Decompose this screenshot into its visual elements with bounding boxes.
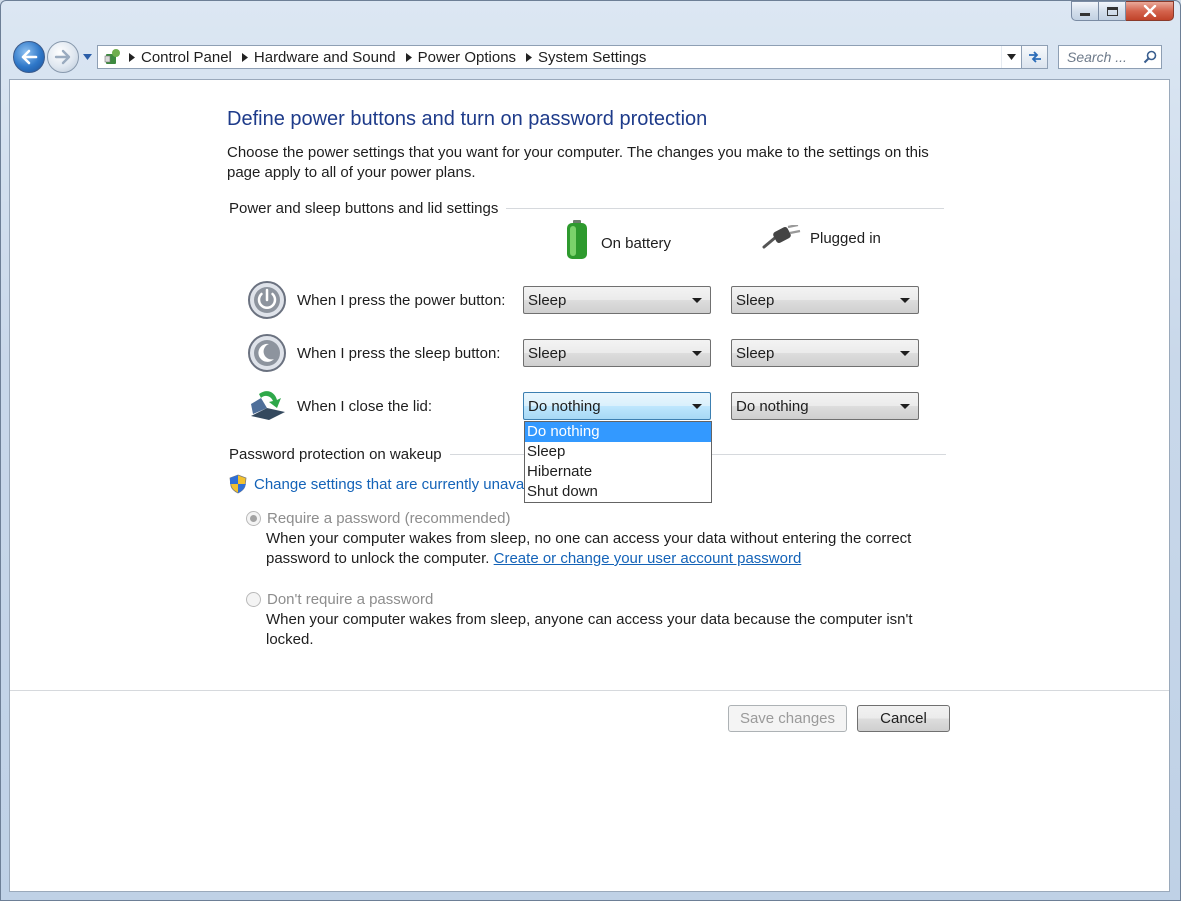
laptop-lid-icon bbox=[247, 386, 287, 426]
window-frame: Control Panel Hardware and Sound Power O… bbox=[0, 0, 1181, 901]
dont-require-password-option[interactable]: Don't require a password bbox=[246, 591, 433, 608]
require-password-radio[interactable] bbox=[246, 511, 261, 526]
dont-require-password-label: Don't require a password bbox=[267, 591, 434, 608]
dropdown-option-shut-down[interactable]: Shut down bbox=[525, 482, 711, 502]
select-value: Sleep bbox=[528, 291, 567, 309]
uac-shield-icon bbox=[229, 474, 247, 494]
column-on-battery: On battery bbox=[565, 220, 672, 261]
change-unavailable-settings-link[interactable]: Change settings that are currently unava… bbox=[254, 476, 531, 493]
power-button-icon bbox=[247, 280, 287, 320]
chevron-right-icon bbox=[123, 52, 141, 62]
search-icon bbox=[1143, 50, 1157, 64]
save-changes-button[interactable]: Save changes bbox=[728, 705, 847, 732]
section-divider bbox=[506, 208, 945, 209]
back-arrow-icon bbox=[21, 49, 38, 65]
breadcrumb-label: Hardware and Sound bbox=[253, 48, 396, 66]
back-button[interactable] bbox=[13, 41, 45, 73]
select-value: Sleep bbox=[528, 344, 567, 362]
dropdown-option-hibernate[interactable]: Hibernate bbox=[525, 462, 711, 482]
chevron-right-icon bbox=[400, 52, 418, 62]
refresh-button[interactable] bbox=[1022, 45, 1048, 69]
search-input[interactable]: Search ... bbox=[1058, 45, 1162, 69]
refresh-icon bbox=[1028, 51, 1041, 63]
select-value: Sleep bbox=[736, 344, 775, 362]
maximize-icon bbox=[1106, 6, 1118, 16]
minimize-button[interactable] bbox=[1071, 1, 1099, 21]
navigation-bar: Control Panel Hardware and Sound Power O… bbox=[9, 39, 1174, 75]
breadcrumb-power-options[interactable]: Power Options bbox=[400, 49, 520, 66]
control-panel-icon bbox=[101, 46, 123, 68]
power-button-plugged-select[interactable]: Sleep bbox=[731, 286, 919, 314]
chevron-down-icon bbox=[900, 350, 910, 356]
column-on-battery-label: On battery bbox=[601, 234, 672, 252]
power-button-battery-select[interactable]: Sleep bbox=[523, 286, 711, 314]
sleep-button-plugged-select[interactable]: Sleep bbox=[731, 339, 919, 367]
radio-selected-dot bbox=[250, 515, 257, 522]
select-value: Do nothing bbox=[528, 397, 601, 415]
maximize-button[interactable] bbox=[1099, 1, 1126, 21]
address-bar[interactable]: Control Panel Hardware and Sound Power O… bbox=[97, 45, 1022, 69]
caption-buttons bbox=[1071, 1, 1174, 28]
change-user-password-link[interactable]: Create or change your user account passw… bbox=[494, 550, 802, 567]
select-value: Do nothing bbox=[736, 397, 809, 415]
dropdown-option-do-nothing[interactable]: Do nothing bbox=[525, 422, 711, 442]
sleep-button-label: When I press the sleep button: bbox=[297, 345, 501, 362]
breadcrumb-system-settings[interactable]: System Settings bbox=[520, 49, 650, 66]
forward-button[interactable] bbox=[47, 41, 79, 73]
sleep-button-icon bbox=[247, 333, 287, 373]
forward-arrow-icon bbox=[54, 49, 71, 65]
minimize-icon bbox=[1080, 12, 1090, 16]
chevron-down-icon bbox=[900, 297, 910, 303]
select-value: Sleep bbox=[736, 291, 775, 309]
chevron-down-icon bbox=[900, 403, 910, 409]
sleep-button-battery-select[interactable]: Sleep bbox=[523, 339, 711, 367]
close-icon bbox=[1143, 5, 1156, 17]
close-lid-battery-dropdown-list: Do nothing Sleep Hibernate Shut down bbox=[524, 421, 712, 503]
breadcrumb-hardware-and-sound[interactable]: Hardware and Sound bbox=[236, 49, 400, 66]
close-lid-battery-select[interactable]: Do nothing bbox=[523, 392, 711, 420]
content-pane: Define power buttons and turn on passwor… bbox=[9, 79, 1170, 892]
close-button[interactable] bbox=[1126, 1, 1174, 21]
page-intro: Choose the power settings that you want … bbox=[227, 144, 929, 181]
breadcrumb-control-panel[interactable]: Control Panel bbox=[123, 49, 236, 66]
address-history-dropdown[interactable] bbox=[1001, 46, 1021, 68]
power-plug-icon bbox=[762, 225, 801, 249]
buttons-section-heading: Power and sleep buttons and lid settings bbox=[229, 200, 945, 217]
require-password-description: When your computer wakes from sleep, no … bbox=[266, 529, 926, 569]
page-title: Define power buttons and turn on passwor… bbox=[227, 108, 708, 130]
chevron-right-icon bbox=[236, 52, 254, 62]
chevron-down-icon bbox=[1007, 54, 1016, 60]
change-settings-row: Change settings that are currently unava… bbox=[228, 474, 531, 494]
cancel-button[interactable]: Cancel bbox=[857, 705, 950, 732]
require-password-option[interactable]: Require a password (recommended) bbox=[246, 510, 510, 527]
password-section-label: Password protection on wakeup bbox=[229, 446, 442, 463]
recent-pages-dropdown[interactable] bbox=[81, 49, 93, 65]
require-password-label: Require a password (recommended) bbox=[267, 510, 511, 527]
dont-require-password-description: When your computer wakes from sleep, any… bbox=[266, 611, 913, 648]
footer-divider bbox=[10, 690, 1169, 691]
buttons-section-label: Power and sleep buttons and lid settings bbox=[229, 200, 499, 217]
close-lid-label: When I close the lid: bbox=[297, 398, 433, 415]
chevron-down-icon bbox=[692, 403, 702, 409]
dont-require-password-radio[interactable] bbox=[246, 592, 261, 607]
breadcrumb-label: Control Panel bbox=[141, 48, 232, 66]
battery-icon bbox=[567, 220, 587, 259]
search-placeholder: Search ... bbox=[1067, 49, 1127, 65]
power-button-label: When I press the power button: bbox=[297, 292, 506, 309]
chevron-right-icon bbox=[520, 52, 538, 62]
chevron-down-icon bbox=[692, 297, 702, 303]
chevron-down-icon bbox=[692, 350, 702, 356]
chevron-down-icon bbox=[82, 54, 92, 60]
dropdown-option-sleep[interactable]: Sleep bbox=[525, 442, 711, 462]
breadcrumb-label: Power Options bbox=[417, 48, 517, 66]
column-plugged-in-label: Plugged in bbox=[810, 229, 881, 247]
breadcrumb-label: System Settings bbox=[538, 48, 647, 66]
column-plugged-in: Plugged in bbox=[760, 225, 881, 251]
close-lid-plugged-select[interactable]: Do nothing bbox=[731, 392, 919, 420]
